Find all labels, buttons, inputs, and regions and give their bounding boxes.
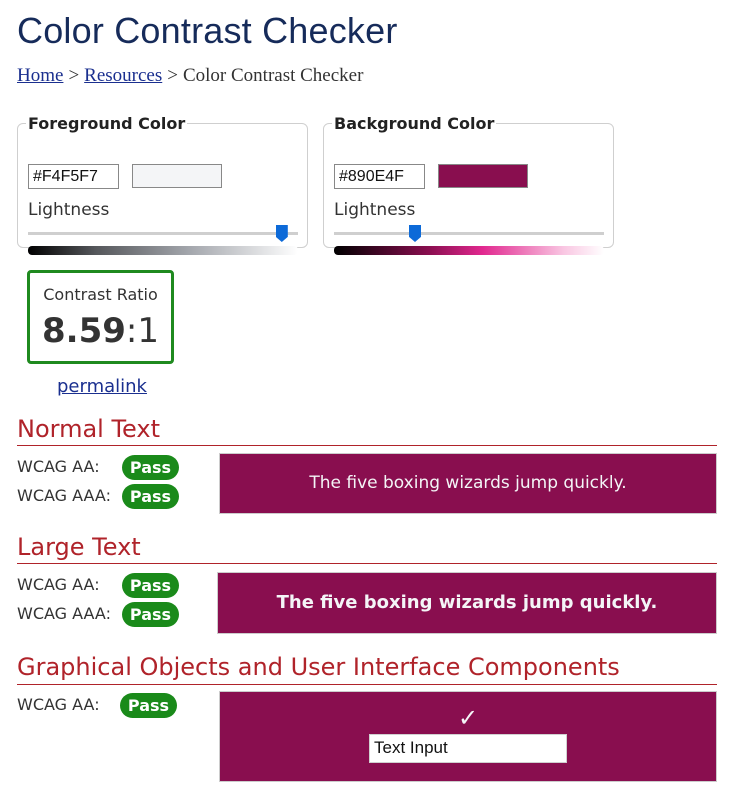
contrast-ratio-box: Contrast Ratio 8.59:1 bbox=[27, 270, 174, 364]
foreground-hex-input[interactable] bbox=[28, 164, 119, 189]
background-lightness-track[interactable] bbox=[334, 232, 604, 235]
normal-aaa-pass-badge: Pass bbox=[122, 484, 179, 509]
normal-aa-label: WCAG AA: bbox=[17, 457, 100, 476]
normal-text-divider bbox=[17, 445, 717, 446]
graphical-objects-heading: Graphical Objects and User Interface Com… bbox=[17, 653, 620, 681]
breadcrumb-separator: > bbox=[167, 65, 178, 86]
large-aaa-pass-badge: Pass bbox=[122, 602, 179, 627]
page-title: Color Contrast Checker bbox=[17, 10, 398, 51]
normal-text-sample: The five boxing wizards jump quickly. bbox=[219, 453, 717, 514]
checkmark-icon: ✓ bbox=[457, 704, 479, 732]
foreground-legend: Foreground Color bbox=[28, 114, 186, 133]
breadcrumb-home-link[interactable]: Home bbox=[17, 65, 63, 86]
large-aa-pass-badge: Pass bbox=[122, 573, 179, 598]
permalink-link[interactable]: permalink bbox=[57, 376, 147, 397]
graphical-sample: ✓ Text Input bbox=[219, 691, 717, 782]
graphical-objects-divider bbox=[17, 684, 717, 685]
foreground-color-picker[interactable] bbox=[132, 164, 222, 188]
foreground-lightness-gradient bbox=[28, 246, 298, 255]
contrast-ratio-suffix: :1 bbox=[125, 311, 159, 351]
contrast-ratio-value: 8.59:1 bbox=[30, 311, 171, 351]
contrast-ratio-number: 8.59 bbox=[42, 311, 126, 351]
large-text-divider bbox=[17, 563, 717, 564]
background-hex-input[interactable] bbox=[334, 164, 425, 189]
large-aaa-label: WCAG AAA: bbox=[17, 604, 111, 623]
background-lightness-label: Lightness bbox=[334, 200, 416, 220]
normal-aaa-label: WCAG AAA: bbox=[17, 486, 111, 505]
breadcrumb: Home > Resources > Color Contrast Checker bbox=[17, 65, 363, 87]
breadcrumb-current: Color Contrast Checker bbox=[182, 65, 364, 86]
background-lightness-gradient bbox=[334, 246, 604, 255]
large-text-heading: Large Text bbox=[17, 533, 141, 561]
breadcrumb-separator: > bbox=[68, 65, 80, 86]
large-text-sample: The five boxing wizards jump quickly. bbox=[217, 572, 717, 634]
graphical-aa-pass-badge: Pass bbox=[120, 693, 177, 718]
large-aa-label: WCAG AA: bbox=[17, 575, 100, 594]
graphical-aa-label: WCAG AA: bbox=[17, 695, 100, 714]
normal-aa-pass-badge: Pass bbox=[122, 455, 179, 480]
breadcrumb-resources-link[interactable]: Resources bbox=[84, 65, 162, 86]
sample-text-input[interactable]: Text Input bbox=[369, 734, 567, 763]
foreground-lightness-slider-thumb[interactable] bbox=[275, 225, 288, 242]
background-lightness-slider-thumb[interactable] bbox=[409, 225, 421, 242]
background-color-panel: Background Color Lightness bbox=[323, 114, 614, 255]
contrast-ratio-label: Contrast Ratio bbox=[43, 285, 158, 304]
foreground-lightness-track[interactable] bbox=[28, 232, 298, 235]
foreground-color-panel: Foreground Color Lightness bbox=[17, 114, 308, 255]
background-legend: Background Color bbox=[334, 114, 495, 133]
foreground-lightness-label: Lightness bbox=[28, 200, 110, 220]
normal-text-heading: Normal Text bbox=[17, 415, 161, 443]
background-color-picker[interactable] bbox=[438, 164, 528, 188]
